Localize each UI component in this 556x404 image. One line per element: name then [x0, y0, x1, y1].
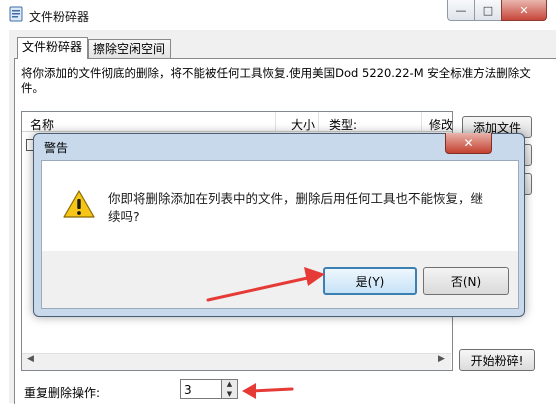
- yes-button[interactable]: 是(Y): [323, 267, 417, 295]
- close-button[interactable]: ✕: [501, 0, 547, 21]
- minimize-button[interactable]: —: [447, 0, 475, 21]
- tab-file-shredder[interactable]: 文件粉碎器: [17, 37, 88, 59]
- repeat-spinner[interactable]: ▲ ▼: [222, 379, 238, 399]
- dialog-close-button[interactable]: ✕: [445, 133, 492, 154]
- app-icon: [9, 6, 23, 22]
- repeat-count-input[interactable]: 3: [180, 379, 222, 399]
- description-text: 将你添加的文件彻底的删除，将不能被任何工具恢复.使用美国Dod 5220.22-…: [21, 66, 531, 95]
- column-size[interactable]: 大小: [291, 116, 315, 133]
- dialog-message: 你即将删除添加在列表中的文件，删除后用任何工具也不能恢复，继续吗?: [108, 191, 484, 224]
- file-list-header: [22, 112, 452, 132]
- column-type[interactable]: 类型:: [329, 116, 357, 133]
- column-name[interactable]: 名称: [30, 116, 54, 133]
- maximize-button[interactable]: □: [474, 0, 502, 21]
- spin-down-icon[interactable]: ▼: [222, 390, 237, 399]
- repeat-label: 重复删除操作:: [24, 386, 101, 400]
- scroll-left-icon[interactable]: ◀: [27, 354, 34, 364]
- column-separator: [318, 112, 319, 131]
- no-button[interactable]: 否(N): [423, 267, 509, 295]
- column-modified[interactable]: 修改: [429, 116, 453, 133]
- close-icon: ✕: [463, 136, 474, 150]
- window-title: 文件粉碎器: [29, 10, 90, 24]
- warning-dialog: 警告 ✕ 你即将删除添加在列表中的文件，删除后用任何工具也不能恢复，继续吗? 是…: [33, 133, 525, 317]
- maximize-icon: □: [482, 3, 494, 17]
- start-shred-button[interactable]: 开始粉碎!: [459, 349, 535, 371]
- warning-icon: [63, 190, 95, 218]
- column-separator: [275, 112, 276, 131]
- scroll-right-icon[interactable]: ▶: [438, 354, 445, 364]
- tab-wipe-free-space[interactable]: 擦除空闲空间: [88, 39, 171, 59]
- dialog-title: 警告: [44, 141, 69, 155]
- horizontal-scrollbar[interactable]: [22, 353, 451, 370]
- close-icon: ✕: [519, 3, 529, 17]
- minimize-icon: —: [455, 3, 467, 17]
- spin-up-icon[interactable]: ▲: [222, 380, 237, 389]
- column-separator: [421, 112, 422, 131]
